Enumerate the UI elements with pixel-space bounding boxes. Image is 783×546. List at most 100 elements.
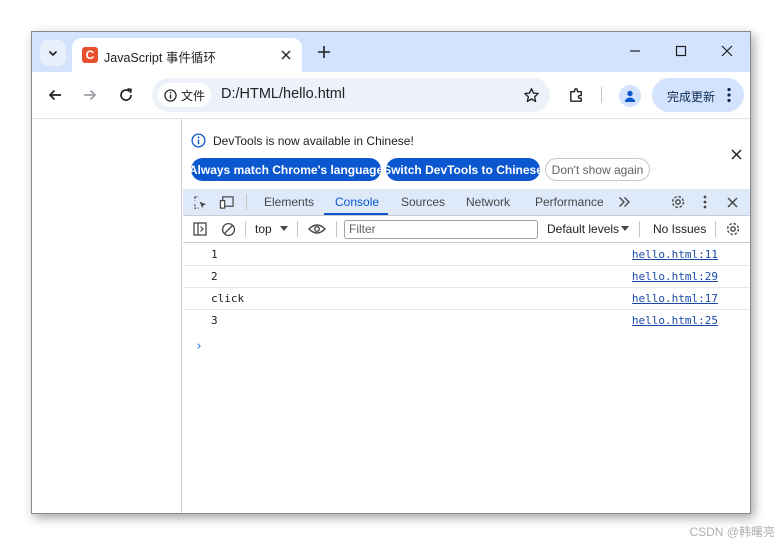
filter-bar-divider: [336, 221, 337, 237]
console-message: 3 hello.html:25: [183, 310, 750, 332]
extensions-button[interactable]: [566, 85, 586, 105]
devtools-tab-bar: Elements Console Sources Network Perform…: [183, 189, 750, 216]
site-info-button[interactable]: 文件: [158, 83, 212, 107]
browser-window: C JavaScript 事件循环 文件 D:/HTML/hello.html …: [31, 31, 751, 514]
console-source-link[interactable]: hello.html:11: [632, 248, 718, 261]
console-message-text: 3: [211, 314, 218, 327]
console-source-link[interactable]: hello.html:29: [632, 270, 718, 283]
bookmark-button[interactable]: [522, 86, 540, 104]
active-tab-indicator: [324, 213, 388, 215]
infobar-message: DevTools is now available in Chinese!: [213, 134, 414, 148]
console-filter-bar: top Filter Default levels No Issues: [183, 216, 750, 243]
gear-icon: [726, 222, 740, 236]
console-source-link[interactable]: hello.html:17: [632, 292, 718, 305]
page-viewport: [32, 119, 182, 513]
tab-console[interactable]: Console: [335, 195, 379, 209]
block-icon: [221, 222, 235, 236]
filter-input[interactable]: Filter: [344, 220, 538, 239]
always-match-language-button[interactable]: Always match Chrome's language: [189, 158, 383, 181]
device-toolbar-button[interactable]: [218, 193, 236, 211]
console-source-link[interactable]: hello.html:25: [632, 314, 718, 327]
info-icon: [164, 88, 177, 102]
arrow-left-icon: [48, 89, 61, 101]
new-tab-button[interactable]: [314, 42, 334, 62]
star-icon: [523, 87, 539, 102]
tab-elements[interactable]: Elements: [264, 195, 314, 209]
devtools-close-button[interactable]: [723, 193, 741, 211]
infobar-close-button[interactable]: [728, 146, 744, 162]
chevron-double-right-icon: [618, 197, 630, 207]
tab-title: JavaScript 事件循环: [104, 51, 216, 65]
filter-bar-divider: [639, 221, 640, 237]
filter-bar-divider: [245, 221, 246, 237]
browser-toolbar: 文件 D:/HTML/hello.html 完成更新: [32, 72, 750, 119]
devtools-menu-button[interactable]: [696, 193, 714, 211]
reload-icon: [120, 88, 132, 101]
dont-show-again-button[interactable]: Don't show again: [545, 158, 650, 181]
close-icon: [721, 45, 733, 57]
tab-active[interactable]: C JavaScript 事件循环: [72, 38, 302, 72]
show-sidebar-button[interactable]: [191, 220, 209, 238]
back-button[interactable]: [44, 84, 66, 106]
console-message-text: 1: [211, 248, 218, 261]
arrow-right-icon: [84, 89, 97, 101]
switch-to-chinese-button[interactable]: Switch DevTools to Chinese: [383, 158, 543, 181]
clear-console-button[interactable]: [219, 220, 237, 238]
filter-bar-divider: [715, 221, 716, 237]
live-expression-button[interactable]: [308, 220, 326, 238]
close-icon: [730, 148, 742, 160]
dropdown-arrow-icon: [621, 226, 629, 231]
update-button[interactable]: 完成更新: [652, 78, 744, 112]
device-icon: [219, 195, 234, 209]
tab-performance[interactable]: Performance: [535, 195, 604, 209]
update-button-label: 完成更新: [667, 90, 716, 104]
window-close-button[interactable]: [712, 40, 742, 62]
reload-button[interactable]: [115, 84, 137, 106]
inspect-element-button[interactable]: [191, 193, 209, 211]
more-tabs-button[interactable]: [615, 193, 633, 211]
devtools-settings-button[interactable]: [669, 193, 687, 211]
tab-strip: C JavaScript 事件循环: [32, 32, 750, 72]
context-selector[interactable]: top: [255, 222, 272, 236]
console-output: 1 hello.html:11 2 hello.html:29 click he…: [183, 243, 750, 513]
tab-network[interactable]: Network: [466, 195, 510, 209]
info-icon: [191, 133, 206, 148]
profile-button[interactable]: [619, 85, 641, 107]
issues-button[interactable]: No Issues: [653, 222, 706, 236]
toolbar-divider: [601, 87, 602, 103]
maximize-icon: [675, 45, 687, 57]
chevron-down-icon: [48, 50, 58, 57]
console-message: 2 hello.html:29: [183, 266, 750, 288]
csdn-favicon-icon: C: [82, 47, 98, 63]
puzzle-icon: [569, 87, 582, 102]
address-bar[interactable]: 文件 D:/HTML/hello.html: [152, 78, 550, 112]
close-icon: [726, 196, 738, 208]
more-vert-icon: [724, 86, 734, 104]
inspect-icon: [193, 195, 206, 209]
site-info-label: 文件: [181, 88, 206, 103]
tab-search-button[interactable]: [40, 40, 66, 66]
devtools-panel: DevTools is now available in Chinese! Al…: [183, 119, 750, 513]
plus-icon: [318, 46, 330, 58]
forward-button[interactable]: [79, 84, 101, 106]
dropdown-arrow-icon: [280, 226, 288, 231]
console-message-text: 2: [211, 270, 218, 283]
console-settings-button[interactable]: [724, 220, 742, 238]
console-message-text: click: [211, 292, 245, 305]
console-message: click hello.html:17: [183, 288, 750, 310]
close-icon: [281, 50, 291, 60]
tab-bar-divider: [246, 194, 247, 210]
log-levels-dropdown[interactable]: Default levels: [547, 222, 619, 236]
url-text[interactable]: D:/HTML/hello.html: [221, 86, 345, 102]
console-prompt[interactable]: ›: [195, 339, 203, 354]
watermark-text: CSDN @韩曙亮: [689, 525, 775, 539]
minimize-button[interactable]: [620, 40, 650, 62]
language-infobar: DevTools is now available in Chinese! Al…: [183, 119, 750, 189]
tab-sources[interactable]: Sources: [401, 195, 445, 209]
tab-close-button[interactable]: [278, 47, 294, 63]
gear-icon: [671, 195, 685, 209]
eye-icon: [308, 224, 326, 234]
person-icon: [624, 90, 636, 102]
maximize-button[interactable]: [666, 40, 696, 62]
console-message: 1 hello.html:11: [183, 244, 750, 266]
